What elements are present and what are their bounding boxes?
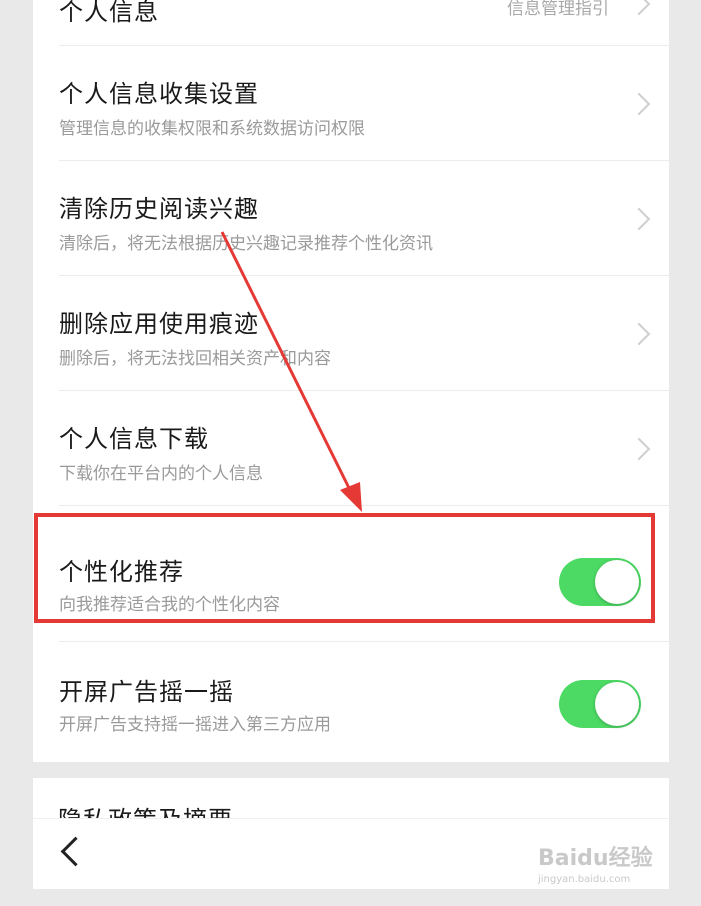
annotation-arrow — [220, 231, 362, 512]
watermark-main: Baidu经验 — [538, 846, 653, 871]
baidu-watermark: Baidu经验 jingyan.baidu.com — [538, 840, 653, 885]
watermark-sub: jingyan.baidu.com — [538, 874, 631, 885]
